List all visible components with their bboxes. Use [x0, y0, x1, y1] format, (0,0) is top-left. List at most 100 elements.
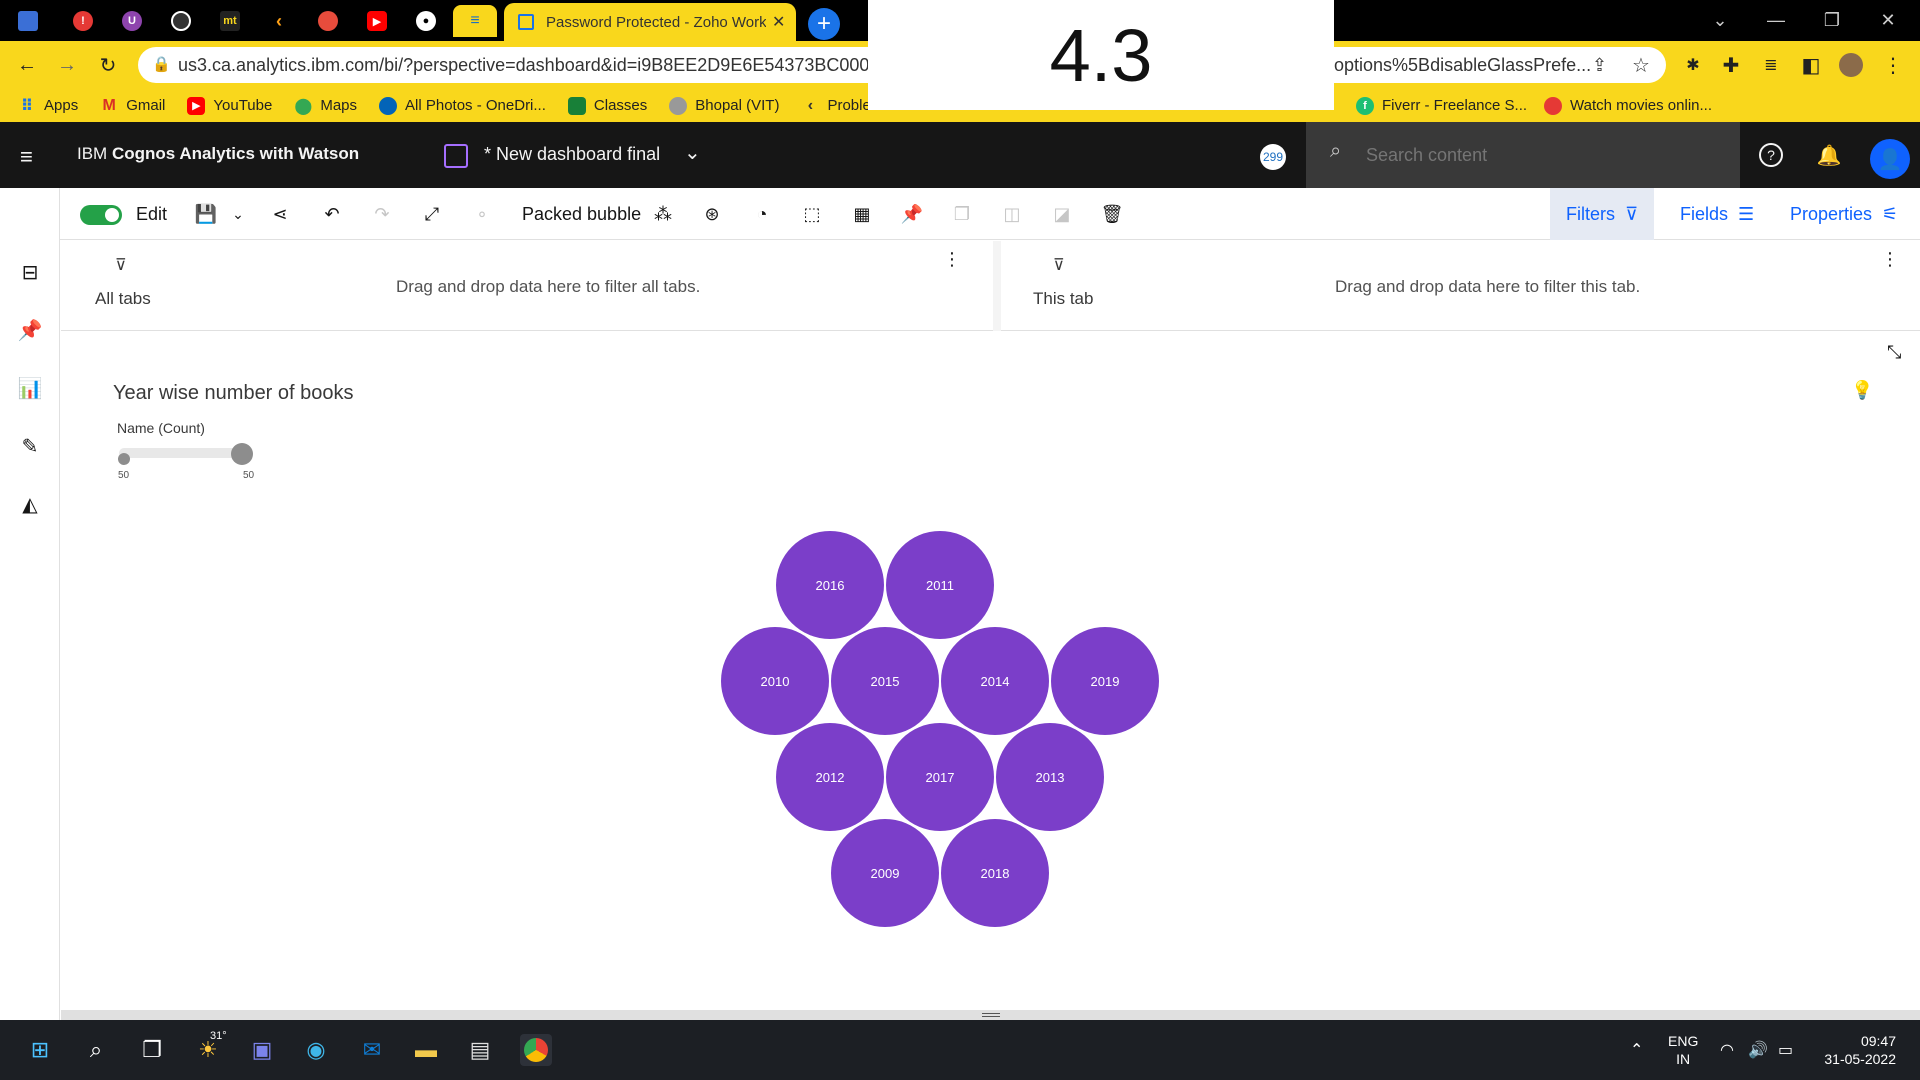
filter-pane-divider[interactable]	[993, 241, 1001, 331]
tray-chevron-up-icon[interactable]: ⌃	[1630, 1040, 1643, 1060]
bookmark-movies[interactable]: Watch movies onlin...	[1544, 96, 1712, 115]
tab-fields[interactable]: Fields ☰	[1664, 188, 1770, 240]
visualization-type-label[interactable]: Packed bubble	[522, 202, 641, 226]
widgets-icon[interactable]: ✎	[16, 432, 44, 460]
bookmark-onedrive[interactable]: All Photos - OneDri...	[379, 96, 546, 115]
visualizations-icon[interactable]: 📊	[16, 374, 44, 402]
sidepanel-icon[interactable]: ◧	[1796, 50, 1826, 80]
bubble-2019[interactable]: 2019	[1051, 627, 1159, 735]
bookmark-star-icon[interactable]: ☆	[1632, 53, 1650, 78]
tab-filters[interactable]: Filters ⊽	[1550, 188, 1655, 240]
pinned-tab-3[interactable]: U	[110, 5, 154, 37]
bubble-2013[interactable]: 2013	[996, 723, 1104, 831]
weather-icon[interactable]: ☀ 31°	[192, 1030, 227, 1066]
data-tree-icon[interactable]: ⊟	[16, 258, 44, 286]
send-back-icon[interactable]: ◪	[1050, 202, 1074, 226]
battery-icon[interactable]: ▭	[1778, 1040, 1793, 1060]
delete-icon[interactable]: 🗑	[1100, 202, 1124, 226]
user-avatar-button[interactable]: 👤	[1870, 139, 1910, 179]
pin-icon[interactable]: 📌	[900, 202, 924, 226]
pinned-tab-6[interactable]: ‹	[257, 5, 301, 37]
help-icon[interactable]: ?	[1755, 139, 1787, 171]
pinned-tab-5[interactable]: mt	[208, 5, 252, 37]
bubble-2017[interactable]: 2017	[886, 723, 994, 831]
dashboard-title[interactable]: * New dashboard final	[484, 144, 660, 165]
active-browser-tab[interactable]: Password Protected - Zoho Work ✕	[504, 3, 796, 41]
pinned-tab-8[interactable]: ▶	[355, 5, 399, 37]
bubble-2018[interactable]: 2018	[941, 819, 1049, 927]
bubble-2015[interactable]: 2015	[831, 627, 939, 735]
minimize-button[interactable]: —	[1748, 0, 1804, 40]
share-icon[interactable]: ⇪	[1592, 55, 1607, 76]
animate-icon[interactable]: ◔	[750, 202, 774, 226]
file-explorer-icon[interactable]: ▬	[410, 1034, 442, 1066]
chevron-down-icon[interactable]: ⌄	[684, 140, 701, 165]
redo-icon[interactable]: ↷	[370, 202, 394, 226]
mail-icon[interactable]: ✉	[356, 1034, 388, 1066]
wifi-icon[interactable]: ◠	[1720, 1040, 1734, 1060]
undo-icon[interactable]: ↶	[320, 202, 344, 226]
bubble-2012[interactable]: 2012	[776, 723, 884, 831]
drill-icon[interactable]: ⊛	[700, 202, 724, 226]
new-tab-button[interactable]: +	[808, 8, 840, 40]
copy-icon[interactable]: ❐	[950, 202, 974, 226]
start-icon[interactable]: ⊞	[24, 1034, 56, 1066]
edit-toggle[interactable]	[80, 205, 122, 225]
extension-bug-icon[interactable]: ✱	[1678, 50, 1708, 80]
pin-icon[interactable]: 📌	[16, 316, 44, 344]
pinned-tab-9[interactable]: ●	[404, 5, 448, 37]
profile-avatar[interactable]	[1836, 50, 1866, 80]
bookmark-maps[interactable]: ⬤ Maps	[294, 97, 357, 115]
clock[interactable]: 09:47 31-05-2022	[1820, 1032, 1896, 1068]
share-icon[interactable]: ⋖	[268, 202, 292, 226]
edge-icon[interactable]: ◉	[300, 1034, 332, 1066]
close-tab-icon[interactable]: ✕	[772, 12, 785, 32]
pinned-tab-1[interactable]	[6, 5, 50, 37]
task-view-icon[interactable]: ❐	[136, 1034, 168, 1066]
this-tab-overflow-menu-icon[interactable]: ⋮	[1881, 249, 1899, 270]
bookmark-youtube[interactable]: ▶ YouTube	[187, 96, 272, 115]
bookmark-gmail[interactable]: M Gmail	[100, 97, 166, 115]
input-language[interactable]: ENG IN	[1668, 1032, 1698, 1068]
bubble-2011[interactable]: 2011	[886, 531, 994, 639]
chrome-icon[interactable]	[520, 1034, 552, 1066]
resize-handle[interactable]	[982, 1013, 1000, 1017]
assistant-icon[interactable]: ◭	[16, 490, 44, 518]
this-tab-drop-zone[interactable]: Drag and drop data here to filter this t…	[1335, 277, 1640, 297]
tab-properties[interactable]: Properties ⚟	[1774, 188, 1914, 240]
teams-chat-icon[interactable]: ▣	[246, 1034, 278, 1066]
browser-menu-icon[interactable]: ⋮	[1878, 50, 1908, 80]
media-icon[interactable]: ≣	[1756, 50, 1786, 80]
menu-icon[interactable]: ≡	[20, 144, 33, 170]
restore-button[interactable]: ❐	[1804, 0, 1860, 40]
store-icon[interactable]: ▤	[464, 1034, 496, 1066]
bubble-2010[interactable]: 2010	[721, 627, 829, 735]
select-area-icon[interactable]: ⬚	[800, 202, 824, 226]
pinned-tab-10[interactable]: ≡	[453, 5, 497, 37]
bookmark-fiverr[interactable]: f Fiverr - Freelance S...	[1356, 96, 1527, 115]
pinned-tab-2[interactable]: !	[61, 5, 105, 37]
table-icon[interactable]: ▦	[850, 202, 874, 226]
back-icon[interactable]: ←	[12, 50, 42, 80]
pinned-tab-4[interactable]	[159, 5, 203, 37]
close-window-button[interactable]: ✕	[1860, 0, 1916, 40]
save-chevron-icon[interactable]: ⌄	[230, 202, 246, 226]
bookmark-apps[interactable]: ⠿ Apps	[18, 97, 78, 115]
bubble-2016[interactable]: 2016	[776, 531, 884, 639]
extensions-icon[interactable]: ✚	[1716, 50, 1746, 80]
reload-icon[interactable]: ↻	[93, 50, 123, 80]
tab-search-icon[interactable]: ⌄	[1692, 0, 1748, 40]
connect-icon[interactable]: ∘	[470, 202, 494, 226]
packed-bubble-icon[interactable]: ⁂	[652, 202, 674, 226]
all-tabs-drop-zone[interactable]: Drag and drop data here to filter all ta…	[396, 277, 700, 297]
bookmark-bhopal[interactable]: Bhopal (VIT)	[669, 96, 779, 115]
volume-icon[interactable]: 🔊	[1748, 1040, 1768, 1060]
search-icon[interactable]: ⌕	[80, 1034, 112, 1066]
forward-icon[interactable]: →	[52, 50, 82, 80]
notification-bell-icon[interactable]: 🔔	[1813, 139, 1845, 171]
bookmark-classes[interactable]: Classes	[567, 96, 647, 115]
search-input[interactable]	[1366, 144, 1706, 166]
all-tabs-overflow-menu-icon[interactable]: ⋮	[943, 249, 961, 270]
save-icon[interactable]: 💾	[195, 202, 217, 226]
bubble-2014[interactable]: 2014	[941, 627, 1049, 735]
